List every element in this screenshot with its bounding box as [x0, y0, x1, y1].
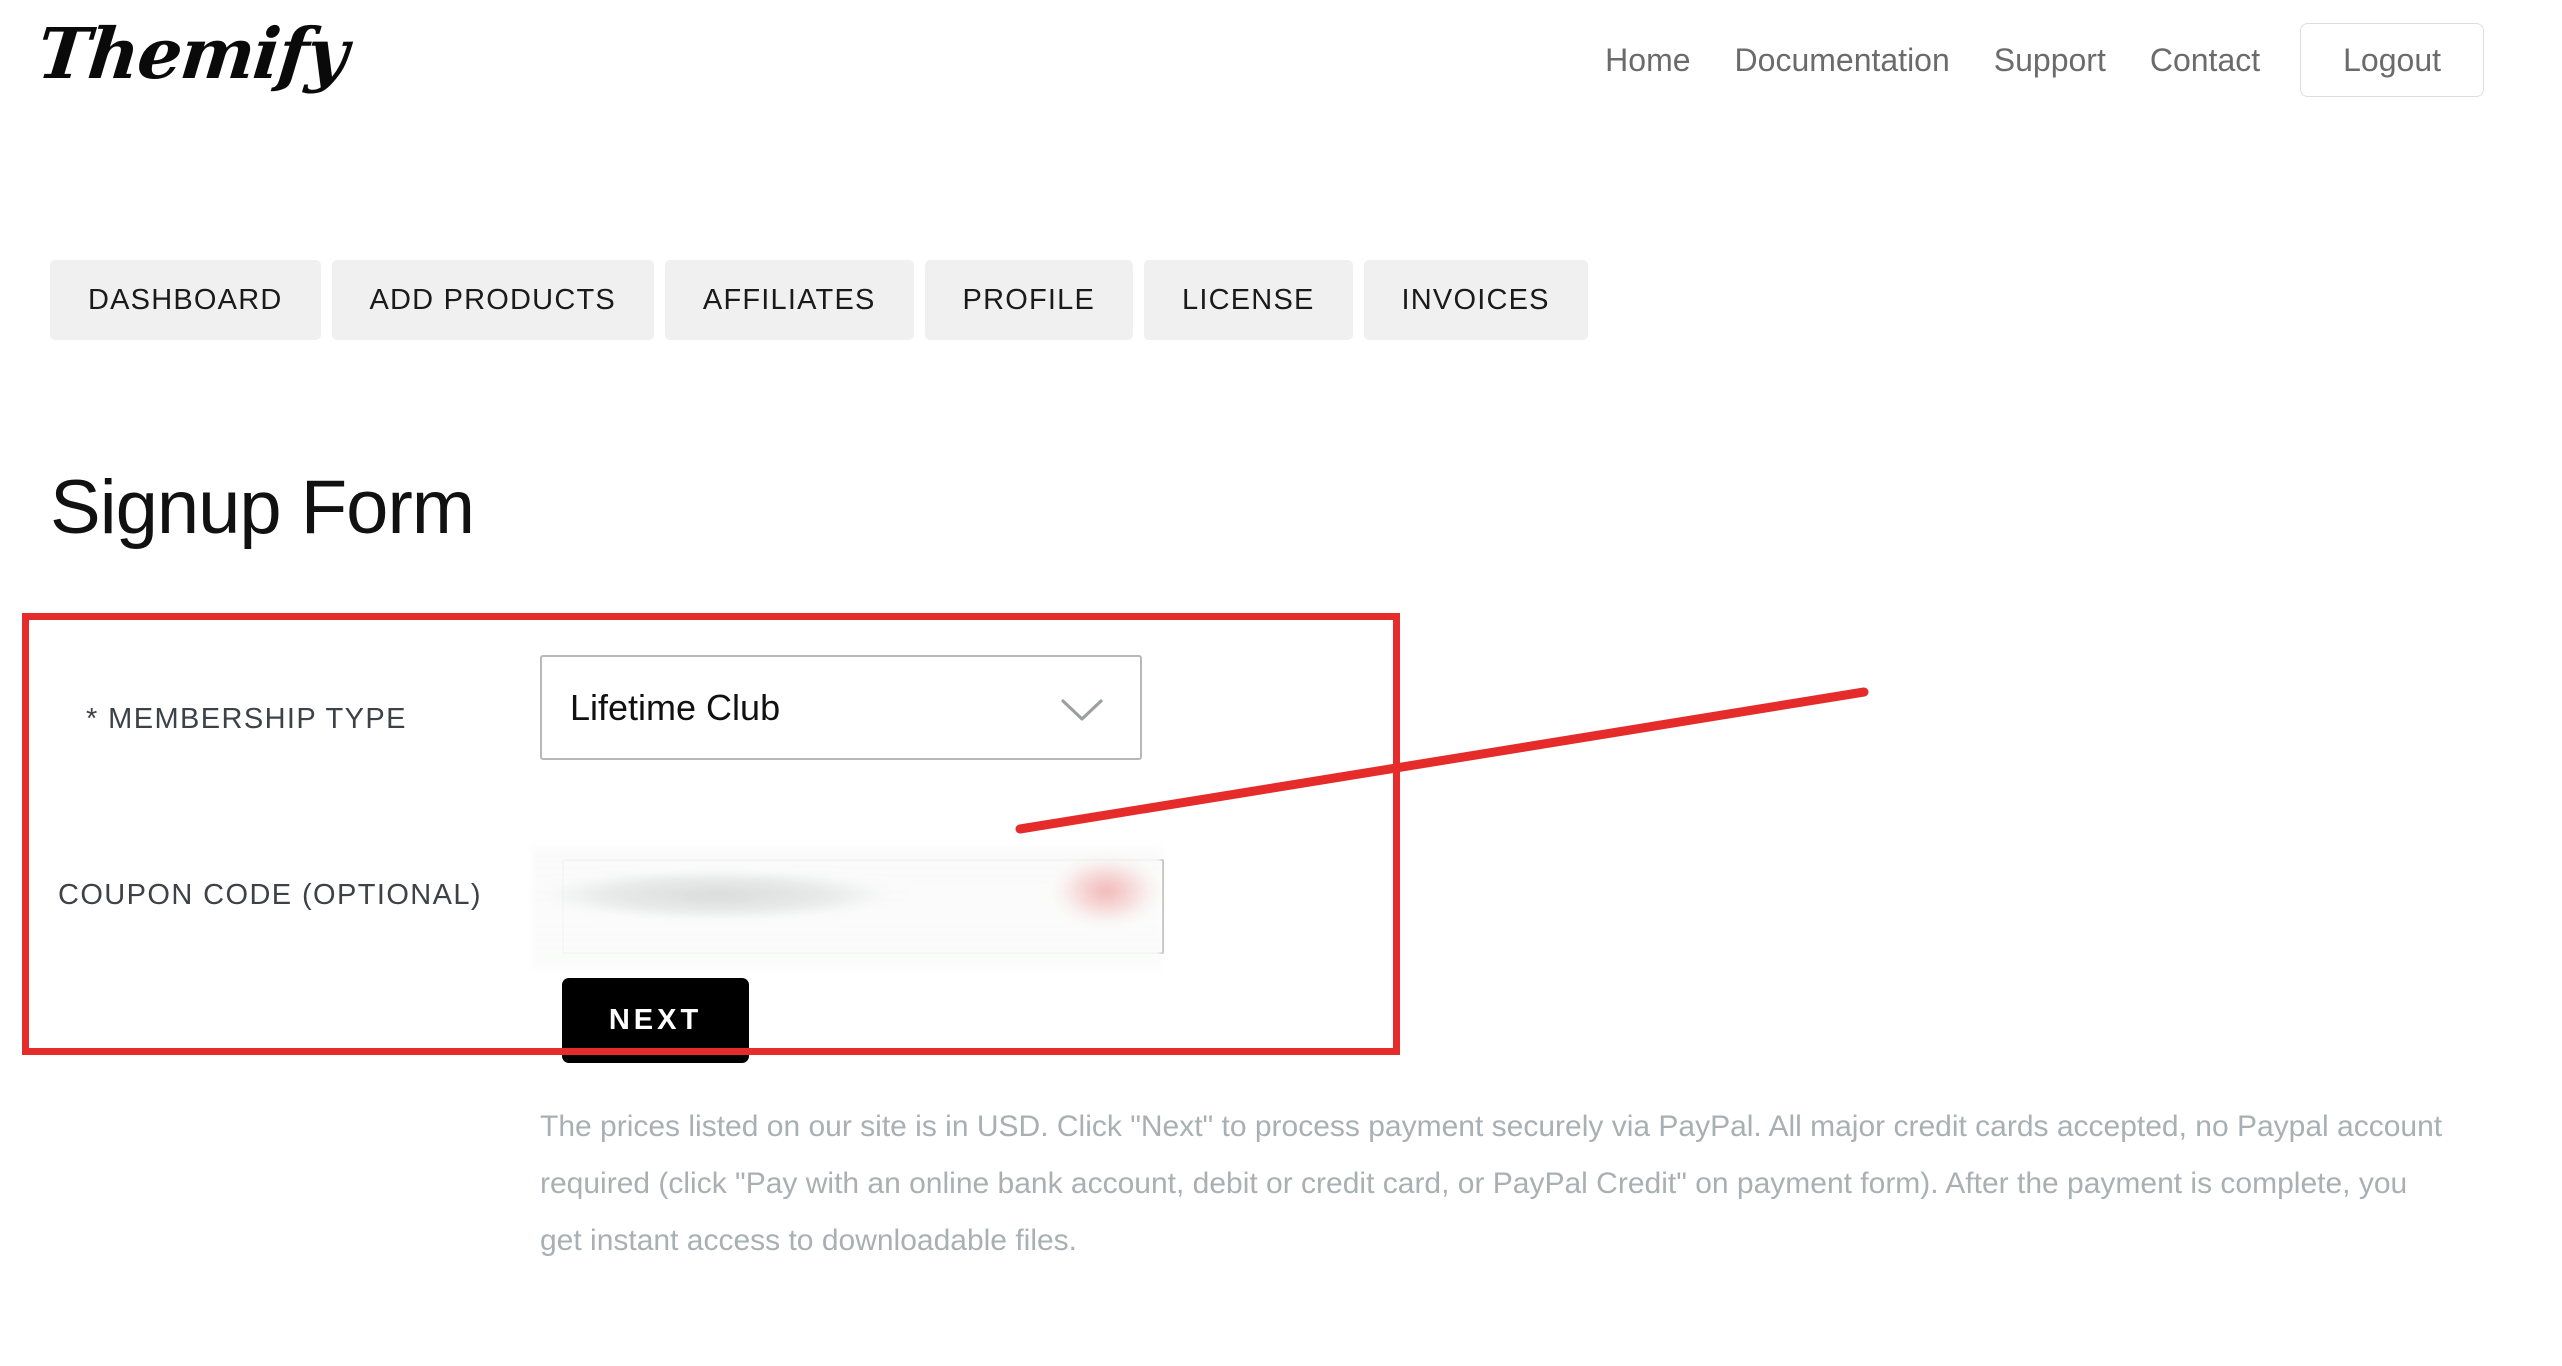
dashboard-tab-bar: DASHBOARD ADD PRODUCTS AFFILIATES PROFIL…: [50, 260, 1588, 340]
chevron-down-icon: [1061, 698, 1103, 721]
logout-button[interactable]: Logout: [2300, 23, 2484, 97]
membership-type-value: Lifetime Club: [570, 686, 781, 728]
payment-note: The prices listed on our site is in USD.…: [540, 1110, 2443, 1257]
nav-item-contact[interactable]: Contact: [2128, 44, 2286, 76]
next-button[interactable]: NEXT: [562, 978, 749, 1063]
tab-license[interactable]: LICENSE: [1144, 260, 1353, 340]
tab-dashboard[interactable]: DASHBOARD: [50, 260, 321, 340]
nav-item-documentation[interactable]: Documentation: [1713, 44, 1972, 76]
themify-wordmark: Themify: [33, 12, 351, 95]
site-header: Themify Home Documentation Support Conta…: [0, 0, 2562, 120]
membership-type-label: * MEMBERSHIP TYPE: [86, 703, 407, 735]
membership-type-select[interactable]: Lifetime Club: [540, 655, 1142, 760]
coupon-code-row: COUPON CODE (OPTIONAL): [22, 841, 1400, 976]
tab-affiliates[interactable]: AFFILIATES: [664, 260, 914, 340]
coupon-code-label: COUPON CODE (OPTIONAL): [58, 879, 482, 911]
tab-add-products[interactable]: ADD PRODUCTS: [331, 260, 654, 340]
main-navigation: Home Documentation Support Contact Logou…: [1583, 0, 2484, 120]
signup-form: * MEMBERSHIP TYPE Lifetime Club COUPON C…: [22, 613, 1400, 1063]
tab-invoices[interactable]: INVOICES: [1363, 260, 1588, 340]
themify-logo[interactable]: Themify: [34, 8, 351, 100]
nav-item-home[interactable]: Home: [1583, 44, 1712, 76]
coupon-code-input[interactable]: [562, 859, 1164, 954]
nav-item-support[interactable]: Support: [1972, 44, 2128, 76]
page-title: Signup Form: [50, 465, 475, 550]
tab-profile[interactable]: PROFILE: [924, 260, 1134, 340]
